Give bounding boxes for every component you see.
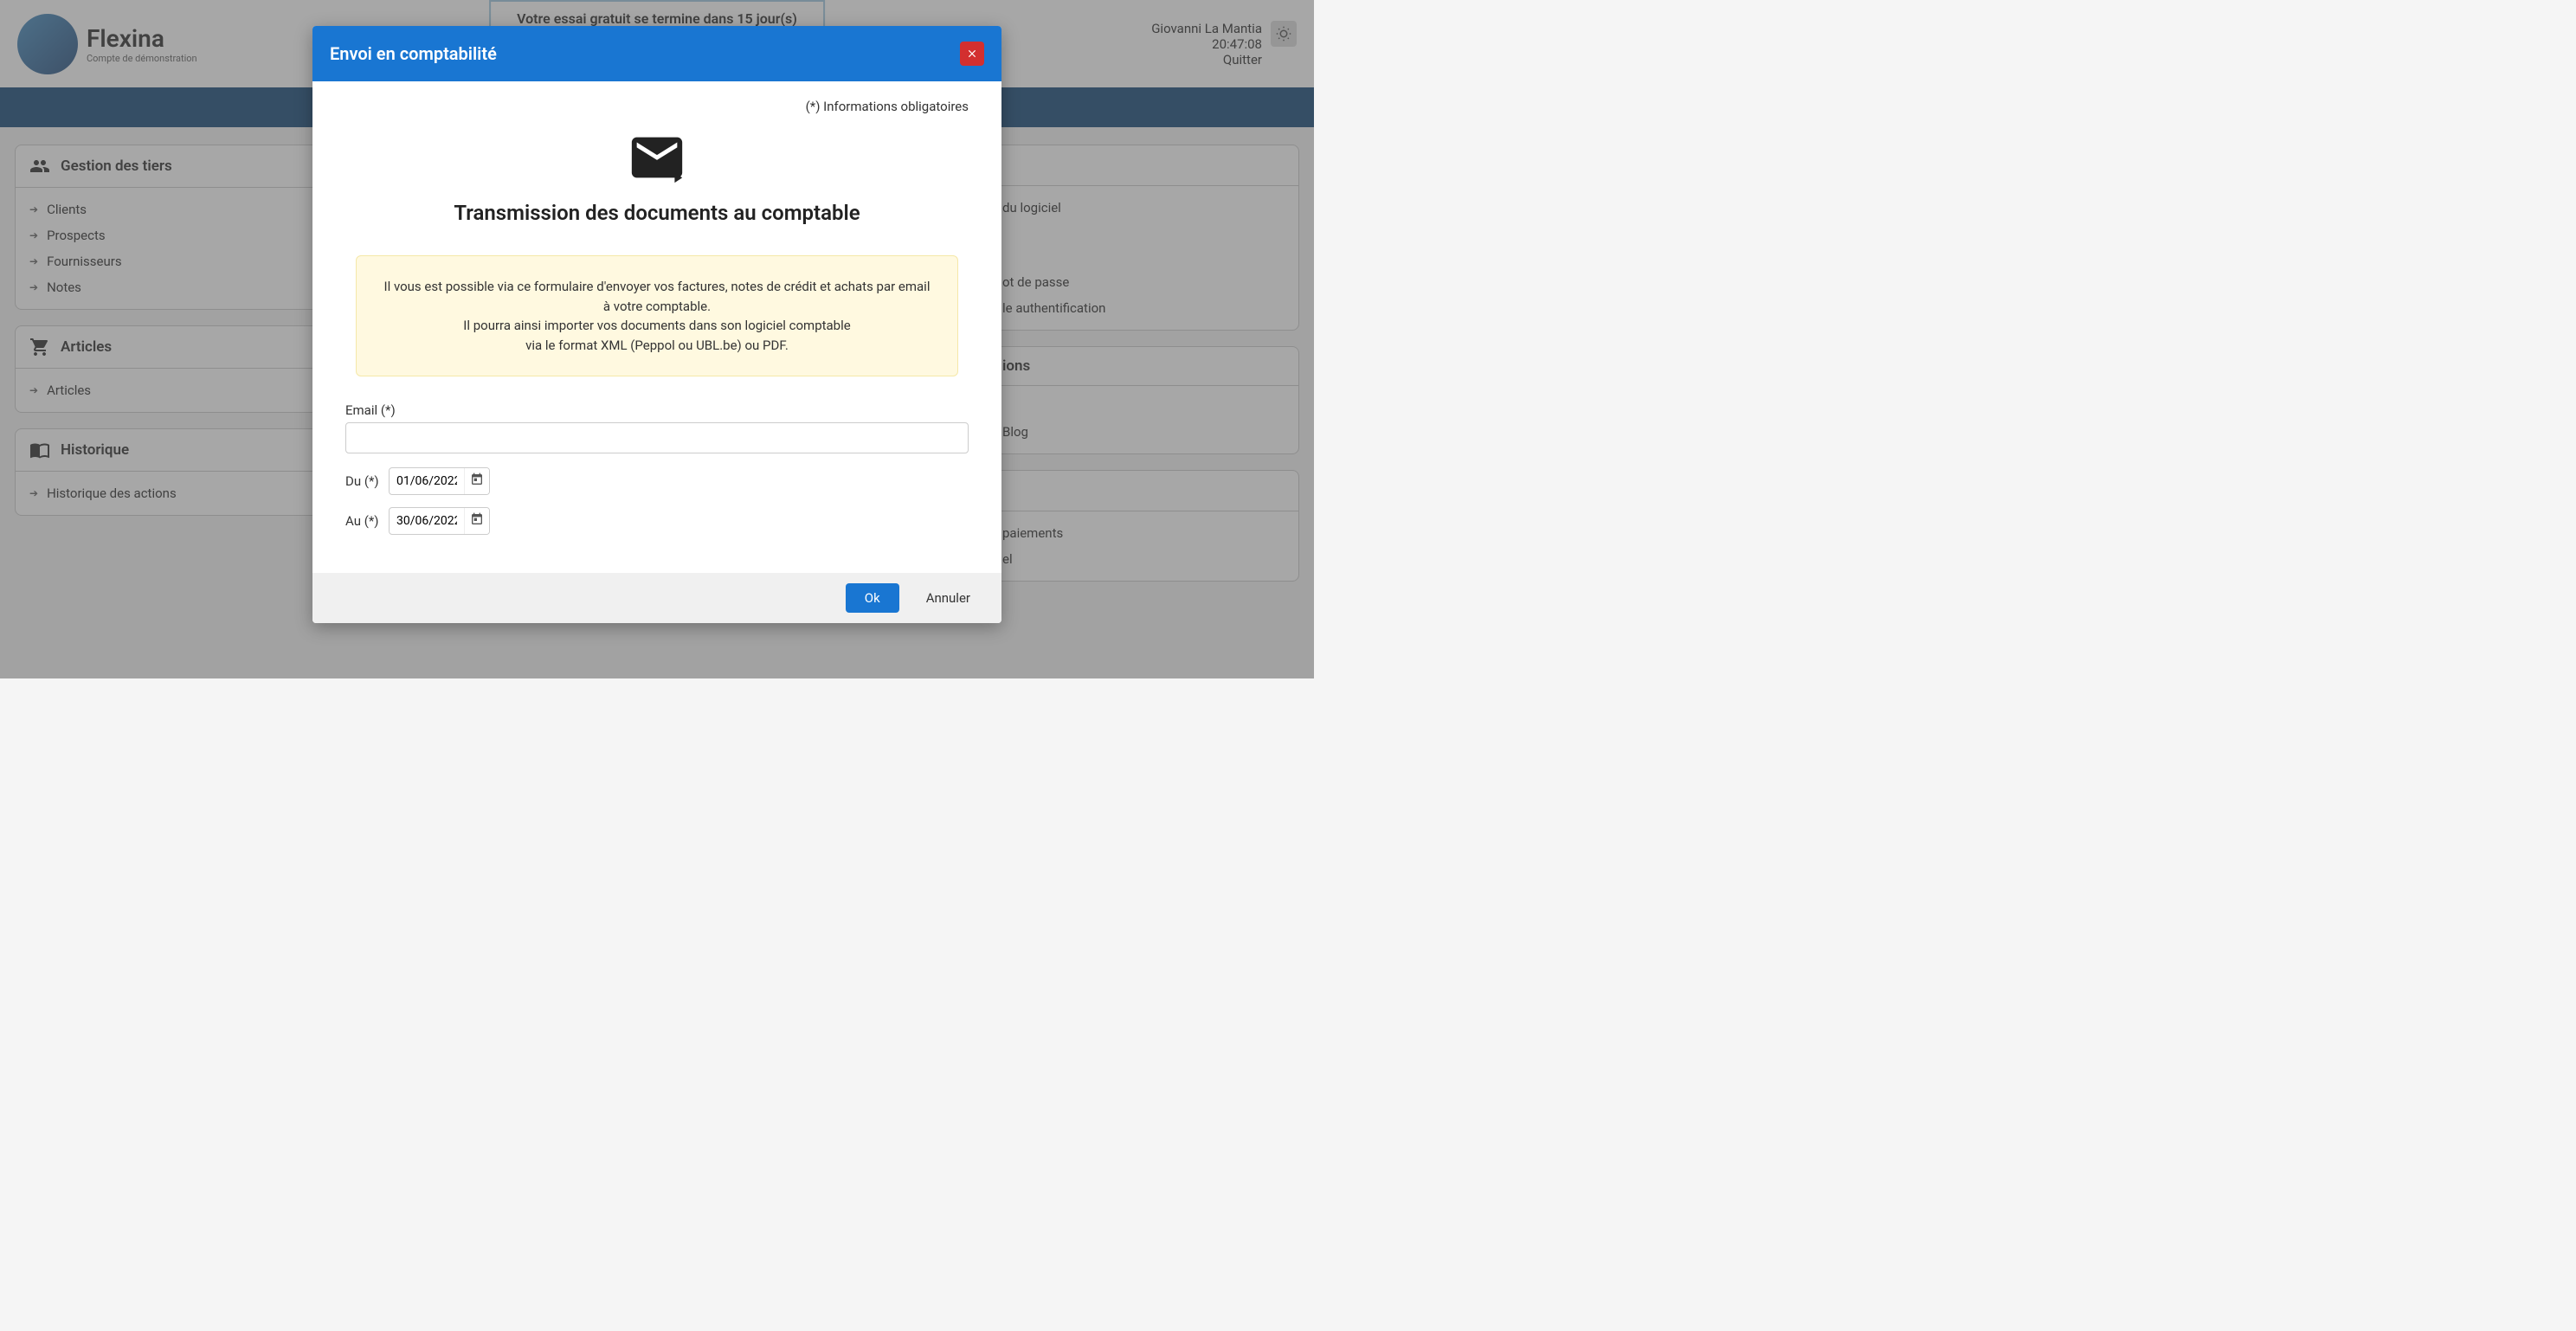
- date-from-wrapper: [389, 467, 490, 495]
- info-box: Il vous est possible via ce formulaire d…: [356, 255, 958, 376]
- modal-subtitle: Transmission des documents au comptable: [345, 201, 969, 225]
- email-form-group: Email (*): [345, 402, 969, 453]
- date-from-calendar-button[interactable]: [464, 468, 489, 494]
- calendar-icon: [470, 512, 484, 526]
- date-from-label: Du (*): [345, 473, 382, 489]
- modal-body: (*) Informations obligatoires Transmissi…: [312, 81, 1001, 573]
- info-text-3: via le format XML (Peppol ou UBL.be) ou …: [383, 336, 931, 356]
- ok-button[interactable]: Ok: [846, 583, 899, 613]
- modal-footer: Ok Annuler: [312, 573, 1001, 623]
- required-info-label: (*) Informations obligatoires: [345, 99, 969, 114]
- date-to-label: Au (*): [345, 513, 382, 529]
- email-label: Email (*): [345, 402, 969, 418]
- info-text-2: Il pourra ainsi importer vos documents d…: [383, 316, 931, 336]
- modal-envoi-comptabilite: Envoi en comptabilité (*) Informations o…: [312, 26, 1001, 623]
- date-to-calendar-button[interactable]: [464, 508, 489, 534]
- cancel-button[interactable]: Annuler: [912, 583, 984, 613]
- date-to-row: Au (*): [345, 507, 969, 535]
- calendar-icon: [470, 473, 484, 486]
- modal-header: Envoi en comptabilité: [312, 26, 1001, 81]
- date-from-input[interactable]: [390, 470, 464, 492]
- date-to-input[interactable]: [390, 510, 464, 532]
- date-to-wrapper: [389, 507, 490, 535]
- date-from-row: Du (*): [345, 467, 969, 495]
- mail-send-icon: [622, 127, 692, 188]
- close-icon: [966, 48, 978, 60]
- info-text-1: Il vous est possible via ce formulaire d…: [383, 277, 931, 316]
- email-input[interactable]: [345, 422, 969, 453]
- close-button[interactable]: [960, 42, 984, 66]
- modal-title: Envoi en comptabilité: [330, 43, 497, 64]
